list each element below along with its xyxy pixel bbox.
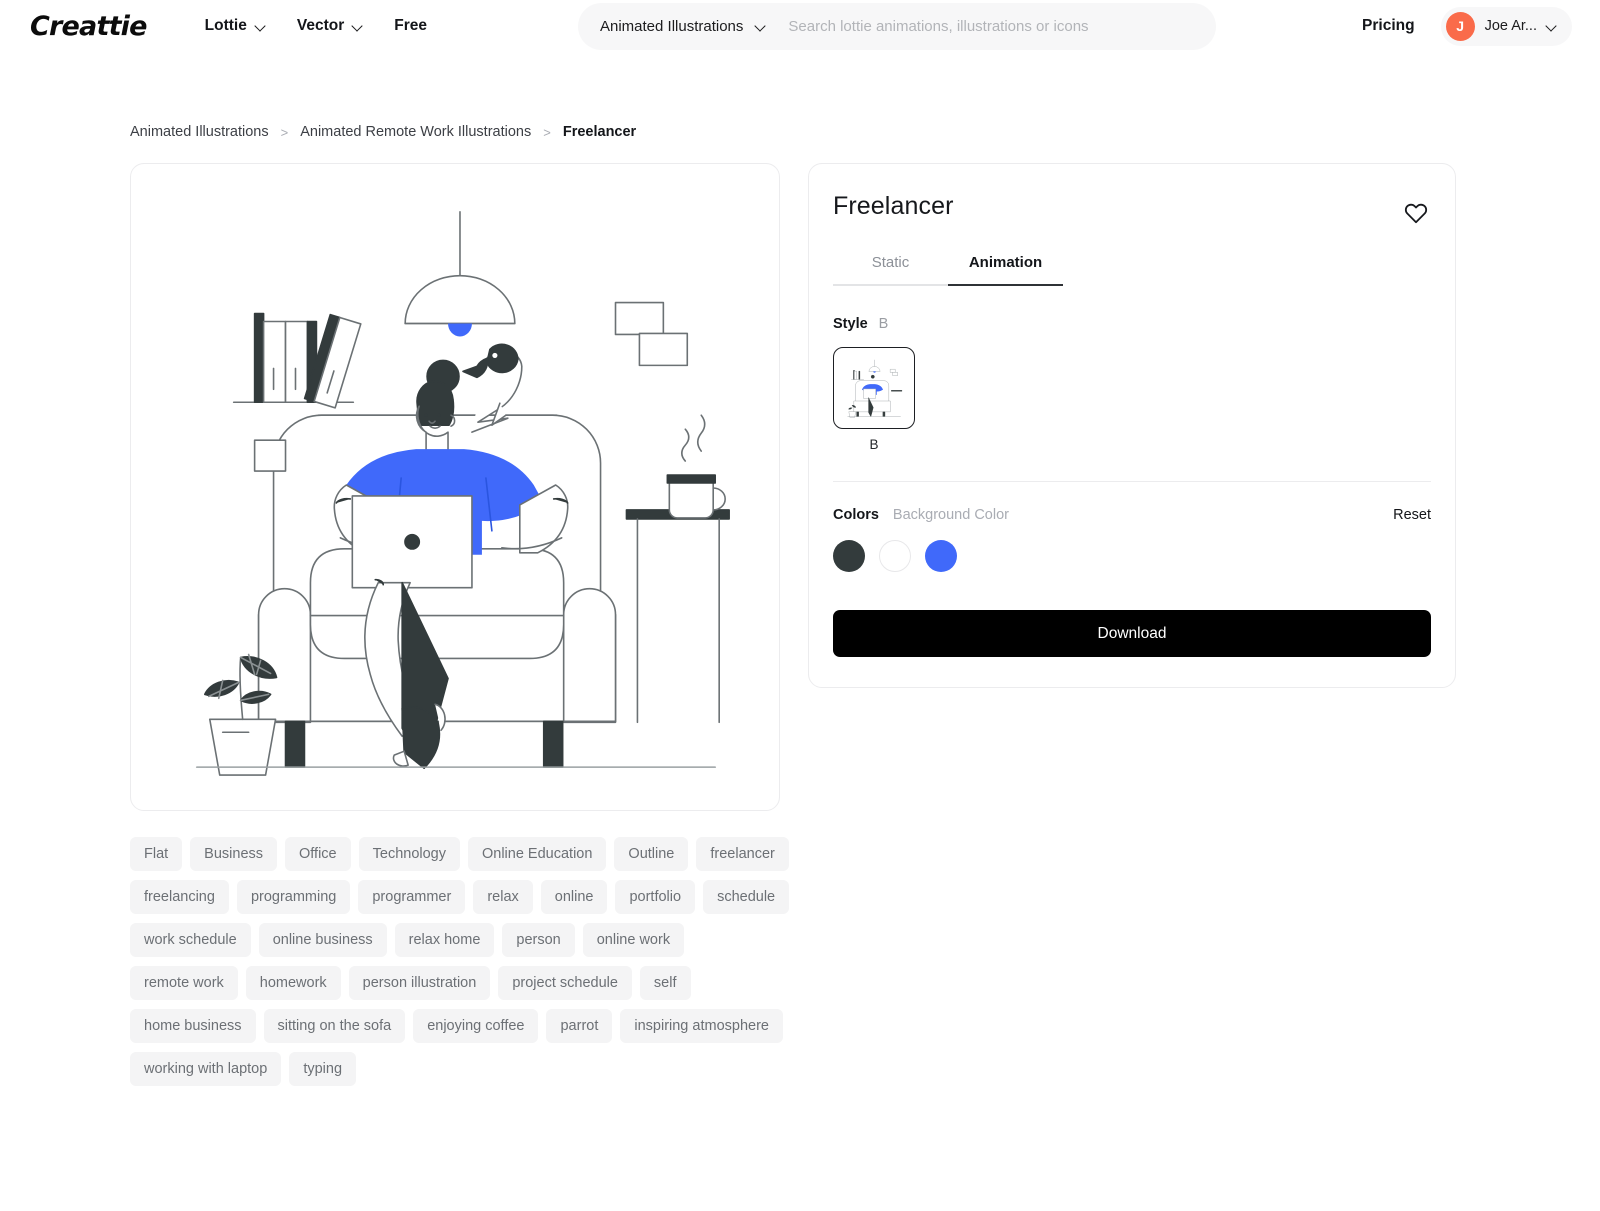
brand-logo[interactable]: Creattie <box>30 11 147 42</box>
detail-panel: Freelancer Static Animation Style B B Co… <box>808 163 1456 688</box>
main-content: Freelancer Static Animation Style B B Co… <box>0 163 1600 811</box>
chevron-down-icon <box>353 21 364 32</box>
breadcrumb-item-1[interactable]: Animated Illustrations <box>130 124 269 140</box>
nav-item-free[interactable]: Free <box>394 17 427 35</box>
style-options: B <box>833 347 1431 452</box>
tag-item[interactable]: sitting on the sofa <box>263 1009 406 1043</box>
page-title: Freelancer <box>833 192 954 220</box>
tag-item[interactable]: project schedule <box>498 966 632 1000</box>
tag-item[interactable]: online business <box>258 923 387 957</box>
tab-animation[interactable]: Animation <box>948 254 1063 286</box>
breadcrumb: Animated Illustrations > Animated Remote… <box>130 124 1600 140</box>
nav-item-label: Free <box>394 17 427 34</box>
tag-item[interactable]: schedule <box>703 880 790 914</box>
search-category-dropdown[interactable]: Animated Illustrations <box>600 18 767 35</box>
heart-icon <box>1404 203 1428 224</box>
mode-tabs: Static Animation <box>833 254 1063 286</box>
pricing-link[interactable]: Pricing <box>1362 17 1415 35</box>
tag-item[interactable]: homework <box>245 966 341 1000</box>
tag-item[interactable]: parrot <box>546 1009 613 1043</box>
tag-item[interactable]: self <box>639 966 691 1000</box>
breadcrumb-current: Freelancer <box>562 124 637 140</box>
favorite-button[interactable] <box>1401 198 1431 228</box>
color-swatch-dark[interactable] <box>833 540 865 572</box>
tag-item[interactable]: Business <box>190 837 278 871</box>
tag-item[interactable]: portfolio <box>615 880 696 914</box>
header-right-actions: Pricing J Joe Ar... <box>1362 6 1572 46</box>
tag-item[interactable]: working with laptop <box>130 1052 282 1086</box>
chevron-down-icon <box>756 21 767 32</box>
breadcrumb-item-2[interactable]: Animated Remote Work Illustrations <box>300 124 531 140</box>
colors-label: Colors <box>833 507 879 523</box>
tag-item[interactable]: programmer <box>358 880 466 914</box>
tag-item[interactable]: Outline <box>614 837 689 871</box>
style-thumbnail-illustration <box>847 359 903 418</box>
tag-item[interactable]: freelancer <box>696 837 789 871</box>
tag-item[interactable]: Online Education <box>467 837 607 871</box>
user-name-label: Joe Ar... <box>1484 18 1537 34</box>
tag-item[interactable]: person <box>502 923 575 957</box>
style-thumbnail[interactable] <box>833 347 915 429</box>
tag-item[interactable]: online work <box>582 923 685 957</box>
tag-item[interactable]: relax <box>473 880 533 914</box>
detail-header: Freelancer <box>833 192 1431 228</box>
search-category-label: Animated Illustrations <box>600 18 744 35</box>
nav-item-vector[interactable]: Vector <box>297 17 364 35</box>
colors-section-header: Colors Background Color Reset <box>833 507 1431 523</box>
freelancer-illustration <box>196 211 730 776</box>
tag-item[interactable]: inspiring atmosphere <box>620 1009 783 1043</box>
chevron-down-icon <box>256 21 267 32</box>
style-label: Style <box>833 316 868 332</box>
style-option-b[interactable]: B <box>833 347 915 452</box>
nav-item-lottie[interactable]: Lottie <box>205 17 267 35</box>
chevron-down-icon <box>1547 21 1558 32</box>
color-swatches <box>833 540 1431 572</box>
tag-item[interactable]: typing <box>289 1052 357 1086</box>
tag-item[interactable]: freelancing <box>130 880 229 914</box>
tag-item[interactable]: Flat <box>130 837 183 871</box>
tag-list: Flat Business Office Technology Online Educa… <box>130 837 790 1086</box>
tag-item[interactable]: online <box>540 880 608 914</box>
tag-item[interactable]: relax home <box>394 923 495 957</box>
tag-item[interactable]: programming <box>236 880 351 914</box>
breadcrumb-separator: > <box>280 124 289 140</box>
tag-item[interactable]: Technology <box>358 837 460 871</box>
tab-static[interactable]: Static <box>833 254 948 286</box>
nav-item-label: Vector <box>296 17 345 34</box>
download-button[interactable]: Download <box>833 610 1431 657</box>
tag-item[interactable]: remote work <box>130 966 238 1000</box>
style-selected-value: B <box>878 316 889 332</box>
style-option-caption: B <box>869 437 879 452</box>
section-divider <box>833 481 1431 482</box>
tag-item[interactable]: work schedule <box>130 923 251 957</box>
style-section-header: Style B <box>833 316 1431 332</box>
tag-item[interactable]: enjoying coffee <box>413 1009 539 1043</box>
color-swatch-blue[interactable] <box>925 540 957 572</box>
reset-colors-button[interactable]: Reset <box>1393 507 1431 523</box>
tag-item[interactable]: Office <box>285 837 351 871</box>
nav-item-label: Lottie <box>204 17 247 34</box>
breadcrumb-separator: > <box>543 124 551 140</box>
tag-item[interactable]: person illustration <box>348 966 491 1000</box>
user-menu[interactable]: J Joe Ar... <box>1440 6 1572 46</box>
top-header: Creattie Lottie Vector Free Animated Ill… <box>0 0 1600 52</box>
main-nav: Lottie Vector Free <box>205 17 427 35</box>
illustration-preview-card[interactable] <box>130 163 780 811</box>
tag-item[interactable]: home business <box>130 1009 256 1043</box>
avatar: J <box>1445 11 1475 41</box>
background-color-label[interactable]: Background Color <box>893 507 1009 523</box>
search-bar[interactable]: Animated Illustrations <box>578 3 1216 50</box>
search-input[interactable] <box>788 18 1194 35</box>
color-swatch-white[interactable] <box>879 540 911 572</box>
